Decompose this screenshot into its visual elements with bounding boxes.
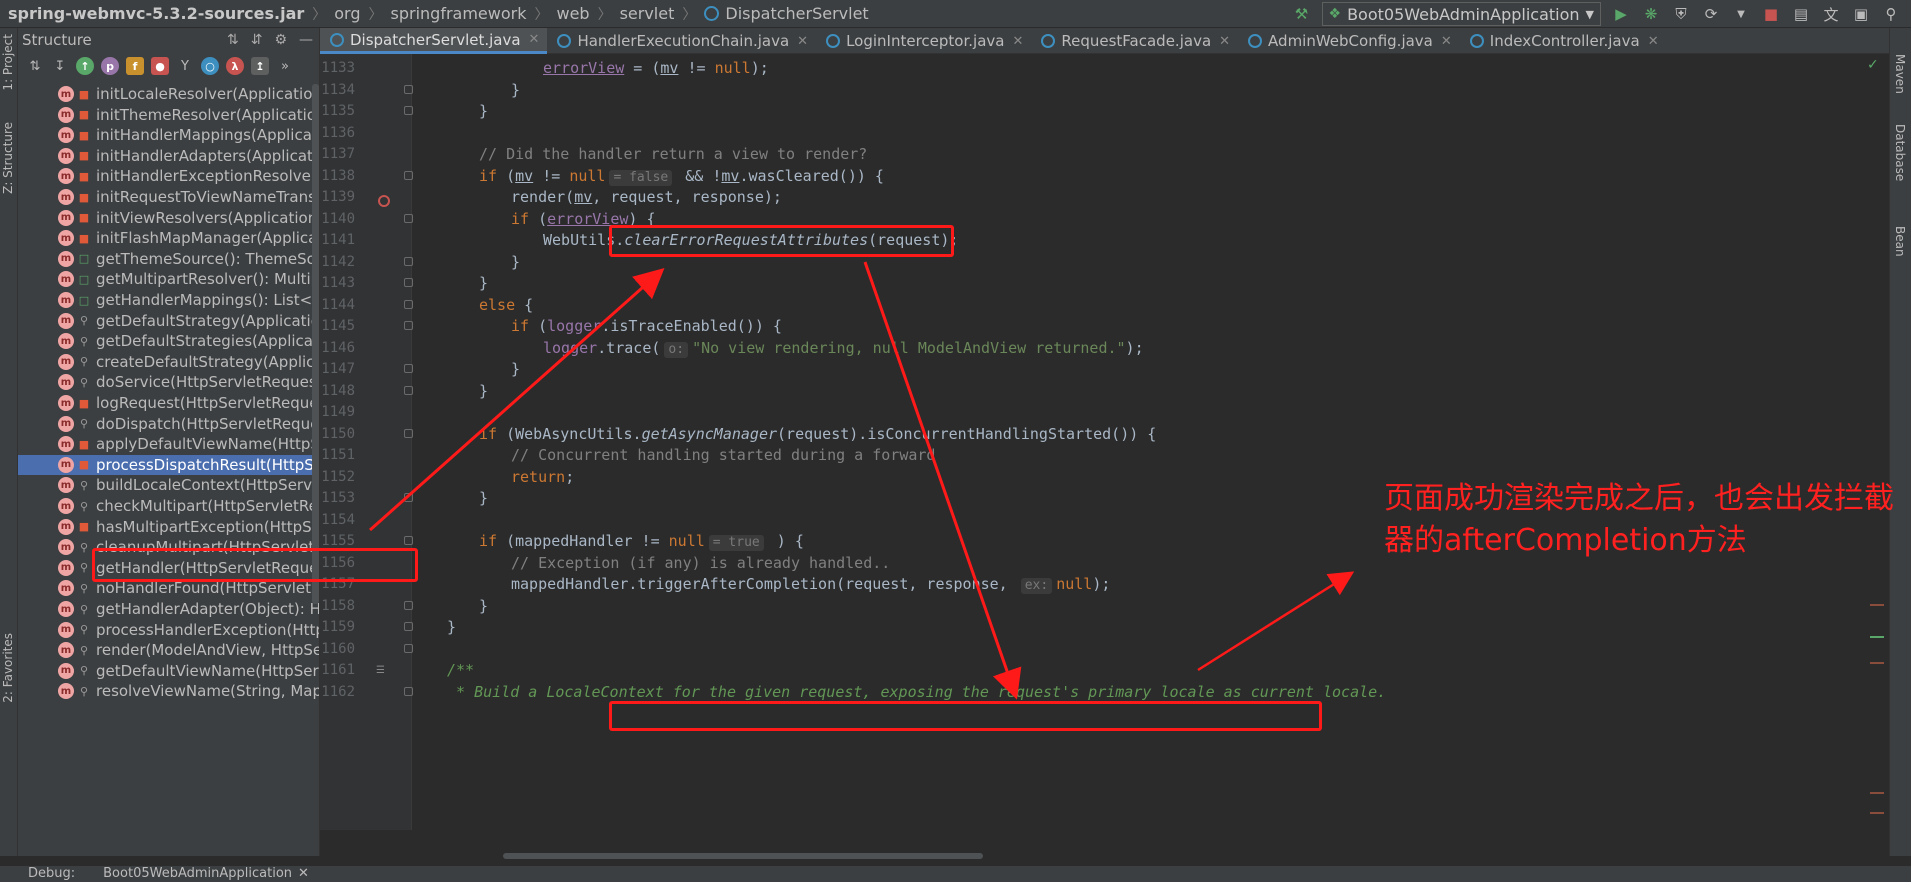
arrow-to-aftercompletion bbox=[863, 261, 1022, 700]
arrow-from-note bbox=[1197, 571, 1355, 672]
annotation-arrows bbox=[369, 261, 1355, 700]
arrow-to-render-call bbox=[369, 268, 665, 532]
annotation-note: 页面成功渲染完成之后，也会出发拦截器的afterCompletion方法 bbox=[1384, 481, 1894, 558]
